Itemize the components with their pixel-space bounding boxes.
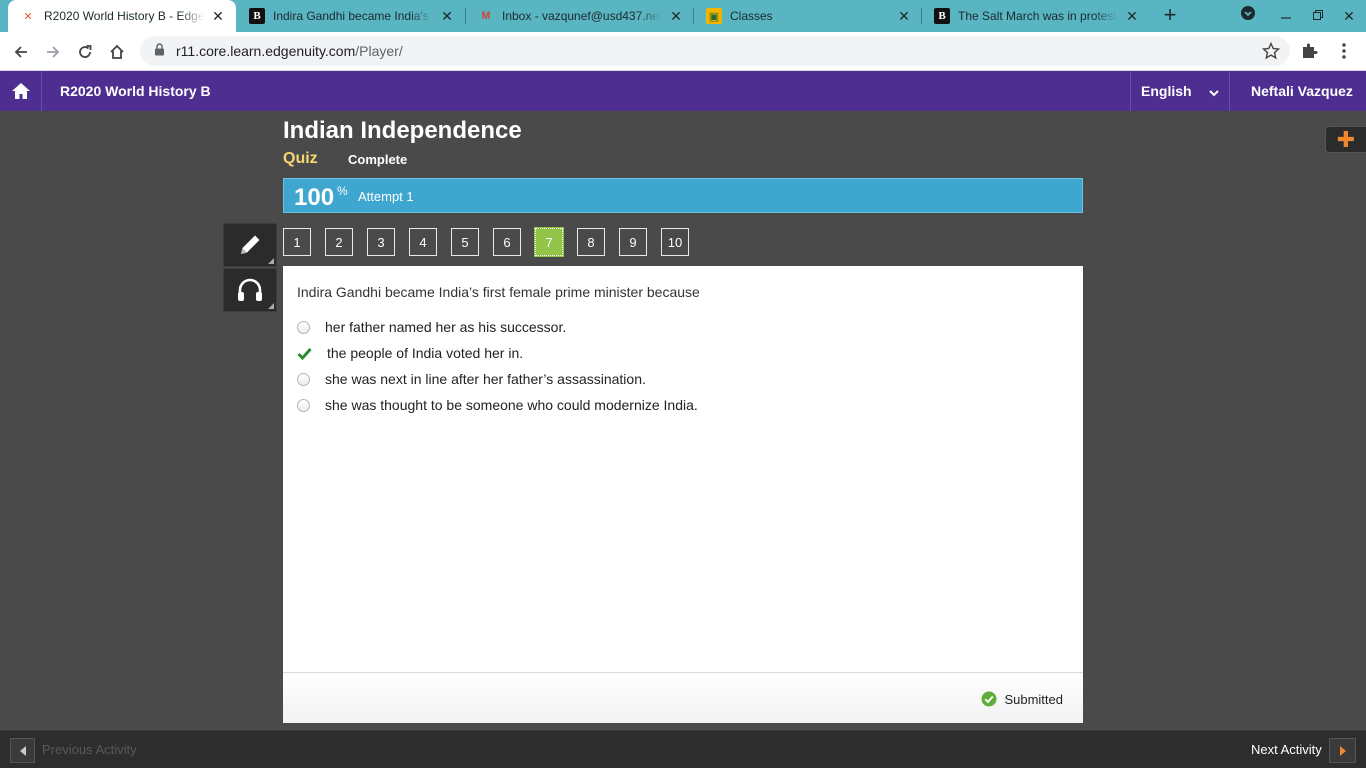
pencil-icon xyxy=(241,235,260,254)
back-arrow-icon[interactable] xyxy=(8,39,34,65)
gmail-icon: M xyxy=(481,10,491,22)
course-title: R2020 World History B xyxy=(60,83,211,99)
attempt-label: Attempt 1 xyxy=(358,189,414,204)
score-unit: % xyxy=(337,184,348,198)
tab-edgenuity[interactable]: ✕ R2020 World History B - Edgenuity ✕ xyxy=(8,0,236,32)
brainly-icon: B xyxy=(249,8,265,24)
question-nav-10[interactable]: 10 xyxy=(661,228,689,256)
score-bar: 100 % Attempt 1 xyxy=(283,178,1083,213)
question-text: Indira Gandhi became India’s first femal… xyxy=(297,284,700,300)
question-nav-6[interactable]: 6 xyxy=(493,228,521,256)
user-menu[interactable]: Neftali Vazquez xyxy=(1251,83,1353,99)
restore-icon[interactable] xyxy=(1305,4,1331,28)
question-footer: Submitted xyxy=(283,672,1083,723)
submitted-status: Submitted xyxy=(981,691,1063,707)
answer-option-3[interactable]: she was next in line after her father’s … xyxy=(297,369,646,389)
radio-button[interactable] xyxy=(297,398,310,412)
expand-panel-button[interactable]: ✚ xyxy=(1325,126,1366,153)
address-bar[interactable]: r11.core.learn.edgenuity.com/Player/ xyxy=(140,36,1290,66)
next-activity-label[interactable]: Next Activity xyxy=(1251,742,1322,757)
tab-search-icon[interactable] xyxy=(1235,4,1261,28)
tab-brainly-salt-march[interactable]: B The Salt March was in protest ✕ xyxy=(922,0,1150,32)
home-icon[interactable] xyxy=(104,39,130,65)
radio-button[interactable] xyxy=(297,320,310,334)
check-circle-icon xyxy=(981,691,997,707)
tab-brainly-indira[interactable]: B Indira Gandhi became India's first ✕ xyxy=(237,0,465,32)
caret-right-icon xyxy=(1339,745,1346,756)
browser-toolbar: r11.core.learn.edgenuity.com/Player/ xyxy=(0,32,1366,71)
extensions-puzzle-icon[interactable] xyxy=(1300,39,1324,63)
previous-activity-label[interactable]: Previous Activity xyxy=(42,742,137,757)
plus-icon: ✚ xyxy=(1336,126,1356,152)
app-header: R2020 World History B English Neftali Va… xyxy=(0,71,1366,111)
tab-title: R2020 World History B - Edgenuity xyxy=(44,9,204,23)
question-nav-3[interactable]: 3 xyxy=(367,228,395,256)
lock-icon xyxy=(154,43,166,59)
checkmark-icon xyxy=(297,347,313,360)
chevron-down-icon xyxy=(1209,85,1219,101)
close-icon[interactable]: ✕ xyxy=(210,8,226,25)
answer-text: her father named her as his successor. xyxy=(325,319,567,335)
tool-corner-marker xyxy=(268,303,274,309)
new-tab-button[interactable]: + xyxy=(1158,4,1182,28)
language-select[interactable]: English xyxy=(1130,71,1230,111)
answer-option-4[interactable]: she was thought to be someone who could … xyxy=(297,395,698,415)
submitted-label: Submitted xyxy=(1004,691,1063,707)
activity-nav-bar: Previous Activity Next Activity xyxy=(0,730,1366,768)
question-nav-4[interactable]: 4 xyxy=(409,228,437,256)
caret-left-icon xyxy=(19,745,26,756)
house-icon xyxy=(11,83,30,99)
question-nav-7[interactable]: 7 xyxy=(534,227,564,257)
close-icon[interactable]: ✕ xyxy=(439,8,455,25)
url-path: /Player/ xyxy=(355,43,403,59)
lesson-title: Indian Independence xyxy=(283,117,522,144)
tab-title: Classes xyxy=(730,9,773,23)
pencil-tool-button[interactable] xyxy=(223,223,277,267)
answer-option-1[interactable]: her father named her as his successor. xyxy=(297,317,566,337)
audio-tool-button[interactable] xyxy=(223,268,277,312)
close-window-icon[interactable]: ✕ xyxy=(1336,4,1362,28)
brainly-icon: B xyxy=(934,8,950,24)
activity-status: Complete xyxy=(348,152,408,167)
previous-activity-button[interactable] xyxy=(10,738,35,763)
close-icon[interactable]: ✕ xyxy=(1124,8,1140,25)
headphones-icon xyxy=(238,278,262,301)
reload-icon[interactable] xyxy=(72,39,98,65)
home-button[interactable] xyxy=(0,71,42,111)
answer-option-2[interactable]: the people of India voted her in. xyxy=(297,343,523,363)
minimize-icon[interactable] xyxy=(1273,4,1299,28)
language-label: English xyxy=(1141,83,1192,99)
question-nav-5[interactable]: 5 xyxy=(451,228,479,256)
answer-text: she was next in line after her father’s … xyxy=(325,371,646,387)
close-icon[interactable]: ✕ xyxy=(896,8,912,25)
classroom-icon: ▣ xyxy=(706,8,722,24)
tool-corner-marker xyxy=(268,258,274,264)
forward-arrow-icon[interactable] xyxy=(40,39,66,65)
browser-tab-strip: ✕ R2020 World History B - Edgenuity ✕ B … xyxy=(0,0,1366,32)
question-nav-2[interactable]: 2 xyxy=(325,228,353,256)
activity-type: Quiz xyxy=(283,150,318,167)
score-value: 100 xyxy=(294,184,335,211)
bookmark-star-icon[interactable] xyxy=(1261,39,1284,63)
answer-text: the people of India voted her in. xyxy=(327,345,524,361)
next-activity-button[interactable] xyxy=(1329,738,1356,763)
edgenuity-icon: ✕ xyxy=(23,10,33,23)
question-panel: Indira Gandhi became India’s first femal… xyxy=(283,266,1083,723)
tab-title: Inbox - vazqunef@usd437.net xyxy=(502,9,662,23)
question-nav-9[interactable]: 9 xyxy=(619,228,647,256)
browser-menu-icon[interactable] xyxy=(1334,39,1354,63)
tab-title: The Salt March was in protest xyxy=(958,9,1117,23)
radio-button[interactable] xyxy=(297,372,310,386)
close-icon[interactable]: ✕ xyxy=(668,8,684,25)
url-host: r11.core.learn.edgenuity.com xyxy=(176,43,356,59)
tab-gmail[interactable]: M Inbox - vazqunef@usd437.net ✕ xyxy=(466,0,694,32)
question-nav-1[interactable]: 1 xyxy=(283,228,311,256)
answer-text: she was thought to be someone who could … xyxy=(325,397,698,413)
question-nav-8[interactable]: 8 xyxy=(577,228,605,256)
tab-classroom[interactable]: ▣ Classes ✕ xyxy=(694,0,922,32)
tab-title: Indira Gandhi became India's first xyxy=(273,9,433,23)
